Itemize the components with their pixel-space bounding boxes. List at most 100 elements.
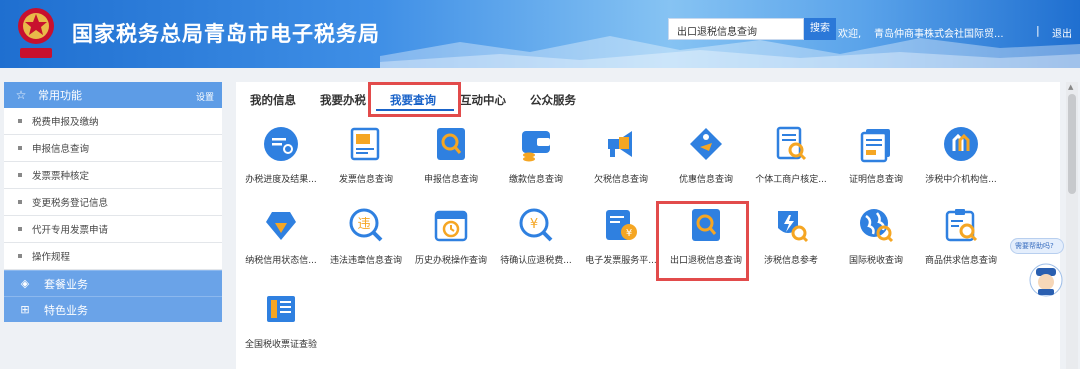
sidebar-item-label: 申报信息查询 bbox=[32, 144, 90, 155]
grid-item-violation[interactable]: 违 违法违章信息查询 bbox=[322, 206, 410, 272]
goods-icon bbox=[945, 209, 978, 242]
grid-item-intl-tax[interactable]: 国际税收查询 bbox=[832, 206, 920, 272]
bullet-icon bbox=[18, 173, 22, 177]
welcome-text: 欢迎, bbox=[838, 29, 862, 40]
tab-bar: 我的信息 我要办税 我要查询 互动中心 公众服务 bbox=[236, 82, 1060, 116]
sidebar-item-label: 操作规程 bbox=[32, 252, 71, 263]
invoice-icon bbox=[350, 127, 380, 161]
bullet-icon bbox=[18, 200, 22, 204]
tax-voucher-icon bbox=[267, 296, 295, 322]
grid-item-e-invoice[interactable]: ¥ 电子发票服务平... bbox=[577, 206, 665, 272]
search-input[interactable]: 出口退税信息查询 bbox=[668, 18, 804, 40]
grid-item-label: 历史办税操作查询 bbox=[414, 256, 487, 266]
sidebar-item-label: 发票票种核定 bbox=[32, 171, 90, 182]
grid-item-label: 待确认应退税费... bbox=[500, 256, 572, 266]
grid-item-payment[interactable]: 缴款信息查询 bbox=[492, 125, 580, 191]
tab-public-service[interactable]: 公众服务 bbox=[530, 92, 576, 108]
site-title: 国家税务总局青岛市电子税务局 bbox=[72, 22, 380, 46]
grid-item-goods[interactable]: 商品供求信息查询 bbox=[917, 206, 1005, 272]
grid-item-preferential[interactable]: 优惠信息查询 bbox=[662, 125, 750, 191]
highlight-box-tab bbox=[368, 82, 461, 117]
tab-interaction[interactable]: 互动中心 bbox=[460, 92, 506, 108]
search-doc-icon bbox=[437, 128, 465, 160]
export-refund-icon bbox=[692, 209, 720, 241]
tab-tax-handling[interactable]: 我要办税 bbox=[320, 92, 366, 108]
assistant-avatar-icon[interactable] bbox=[1028, 262, 1064, 298]
history-icon bbox=[434, 210, 468, 242]
bullet-icon bbox=[18, 254, 22, 258]
grid-item-arrears[interactable]: 欠税信息查询 bbox=[577, 125, 665, 191]
wallet-icon bbox=[522, 131, 550, 162]
sidebar-item[interactable]: 代开专用发票申请 bbox=[4, 216, 222, 243]
reference-icon bbox=[778, 211, 809, 243]
grid-item-label: 个体工商户核定... bbox=[755, 175, 827, 185]
grid-item-label: 纳税信用状态信... bbox=[245, 256, 317, 266]
grid-item-credit[interactable]: 纳税信用状态信... bbox=[237, 206, 325, 272]
help-widget[interactable]: 需要帮助吗? bbox=[1010, 238, 1064, 298]
grid-item-label: 证明信息查询 bbox=[848, 175, 903, 185]
star-icon: ☆ bbox=[15, 88, 27, 102]
bullet-icon bbox=[18, 146, 22, 150]
sidebar-item[interactable]: 变更税务登记信息 bbox=[4, 189, 222, 216]
grid-item-label: 欠税信息查询 bbox=[593, 175, 648, 185]
progress-icon bbox=[264, 127, 298, 161]
sidebar-item[interactable]: 发票票种核定 bbox=[4, 162, 222, 189]
grid-item-history[interactable]: 历史办税操作查询 bbox=[407, 206, 495, 272]
violation-icon: 违 bbox=[349, 208, 383, 242]
agency-icon bbox=[944, 127, 978, 161]
globe-icon bbox=[860, 209, 894, 243]
grid-item-tax-voucher[interactable]: 全国税收票证查验 bbox=[237, 290, 325, 356]
scroll-up-arrow-icon[interactable]: ▲ bbox=[1068, 83, 1073, 91]
special-business-section[interactable]: ⊞ 特色业务 bbox=[4, 296, 222, 322]
grid-item-export-refund[interactable]: 出口退税信息查询 bbox=[662, 206, 750, 272]
header-banner: 国家税务总局青岛市电子税务局 出口退税信息查询 搜索 欢迎, 青岛仲商事株式会社… bbox=[0, 0, 1080, 68]
sidebar-item[interactable]: 申报信息查询 bbox=[4, 135, 222, 162]
grid-item-label: 涉税中介机构信... bbox=[925, 175, 997, 185]
sidebar-item-label: 变更税务登记信息 bbox=[32, 198, 109, 209]
sidebar-item[interactable]: 操作规程 bbox=[4, 243, 222, 270]
common-functions-title: 常用功能 bbox=[38, 89, 82, 102]
e-invoice-icon: ¥ bbox=[606, 210, 637, 240]
grid-item-refund[interactable]: ¥ 待确认应退税费... bbox=[492, 206, 580, 272]
diamond-icon bbox=[266, 212, 296, 240]
section-label: 特色业务 bbox=[44, 303, 88, 317]
refund-icon: ¥ bbox=[519, 208, 553, 242]
svg-text:违: 违 bbox=[357, 217, 370, 232]
bullet-icon bbox=[18, 119, 22, 123]
header-separator: | bbox=[1036, 24, 1040, 37]
scrollbar-thumb[interactable] bbox=[1068, 94, 1076, 194]
section-label: 套餐业务 bbox=[44, 277, 88, 291]
grid-item-label: 缴款信息查询 bbox=[508, 175, 563, 185]
logout-link[interactable]: 退出 bbox=[1052, 25, 1072, 40]
settings-link[interactable]: 设置 bbox=[196, 90, 214, 103]
grid-item-declaration[interactable]: 申报信息查询 bbox=[407, 125, 495, 191]
grid-item-label: 商品供求信息查询 bbox=[924, 256, 997, 266]
svg-text:¥: ¥ bbox=[626, 228, 632, 239]
sidebar-item[interactable]: 税费申报及缴纳 bbox=[4, 108, 222, 135]
grid-item-label: 优惠信息查询 bbox=[678, 175, 733, 185]
search-button[interactable]: 搜索 bbox=[804, 18, 836, 40]
grid-item-label: 涉税信息参考 bbox=[763, 256, 818, 266]
grid-item-progress[interactable]: 办税进度及结果... bbox=[237, 125, 325, 191]
grid-item-reference[interactable]: 涉税信息参考 bbox=[747, 206, 835, 272]
grid-item-certificate[interactable]: 证明信息查询 bbox=[832, 125, 920, 191]
grid-item-label: 办税进度及结果... bbox=[245, 175, 317, 185]
common-functions-header: ☆ 常用功能 设置 bbox=[4, 82, 222, 108]
tab-my-info[interactable]: 我的信息 bbox=[250, 92, 296, 108]
megaphone-icon bbox=[608, 131, 632, 157]
sidebar: ☆ 常用功能 设置 税费申报及缴纳 申报信息查询 发票票种核定 变更税务登记信息… bbox=[4, 82, 222, 322]
sidebar-item-label: 代开专用发票申请 bbox=[32, 225, 109, 236]
company-name[interactable]: 青岛仲商事株式会社国际贸... bbox=[874, 25, 1004, 40]
grid-item-invoice[interactable]: 发票信息查询 bbox=[322, 125, 410, 191]
doc-search-icon bbox=[776, 126, 807, 161]
grid-item-agency[interactable]: 涉税中介机构信... bbox=[917, 125, 1005, 191]
grid-item-label: 违法违章信息查询 bbox=[329, 256, 402, 266]
sidebar-item-label: 税费申报及缴纳 bbox=[32, 117, 99, 128]
grid-icon: ⊞ bbox=[20, 303, 30, 316]
grid-item-label: 全国税收票证查验 bbox=[244, 340, 317, 350]
svg-text:¥: ¥ bbox=[530, 217, 538, 232]
grid-item-individual[interactable]: 个体工商户核定... bbox=[747, 125, 835, 191]
help-bubble[interactable]: 需要帮助吗? bbox=[1010, 238, 1064, 254]
package-business-section[interactable]: ◈ 套餐业务 bbox=[4, 270, 222, 296]
grid-item-label: 国际税收查询 bbox=[848, 256, 903, 266]
